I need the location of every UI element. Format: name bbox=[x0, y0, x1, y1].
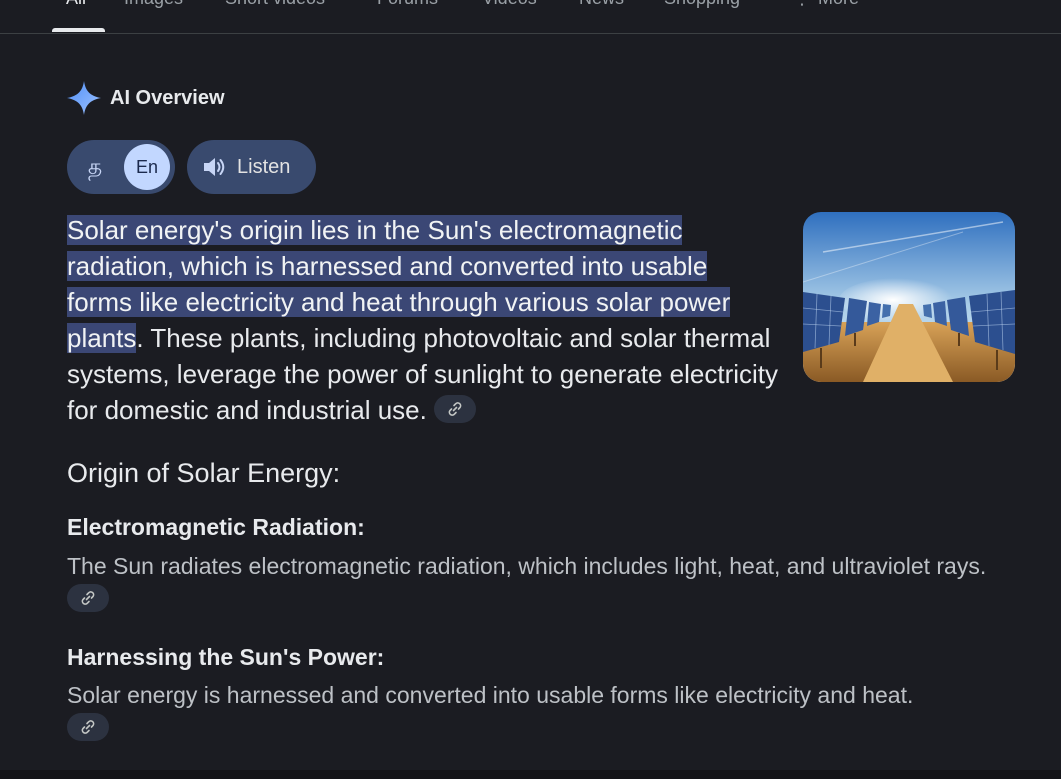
tab-more[interactable]: More bbox=[818, 0, 859, 9]
search-tabs: All Images Short videos Forums Videos Ne… bbox=[0, 0, 1061, 34]
tab-videos[interactable]: Videos bbox=[482, 0, 537, 9]
ai-overview-header: AI Overview bbox=[66, 80, 225, 116]
tab-short-videos[interactable]: Short videos bbox=[225, 0, 325, 9]
link-icon bbox=[448, 402, 462, 417]
link-icon bbox=[81, 591, 95, 605]
lang-option-english[interactable]: En bbox=[124, 144, 170, 190]
listen-label: Listen bbox=[237, 155, 291, 178]
tab-all[interactable]: All bbox=[66, 0, 86, 9]
sub-text-electromagnetic: The Sun radiates electromagnetic radiati… bbox=[67, 550, 1017, 616]
more-vert-icon[interactable]: ⋮ bbox=[793, 0, 811, 9]
source-link-button[interactable] bbox=[67, 583, 109, 612]
sub-heading-electromagnetic: Electromagnetic Radiation: bbox=[67, 514, 365, 540]
source-link-button[interactable] bbox=[434, 395, 477, 424]
sub-text-electromagnetic-body: The Sun radiates electromagnetic radiati… bbox=[67, 553, 987, 579]
listen-button[interactable]: Listen bbox=[187, 140, 316, 194]
active-tab-indicator bbox=[52, 28, 105, 32]
solar-panels-illustration bbox=[803, 212, 1015, 382]
source-link-button[interactable] bbox=[67, 712, 109, 741]
sub-text-harnessing-body: Solar energy is harnessed and converted … bbox=[67, 682, 914, 708]
tab-images[interactable]: Images bbox=[124, 0, 183, 9]
tab-news[interactable]: News bbox=[579, 0, 624, 9]
sub-heading-harnessing: Harnessing the Sun's Power: bbox=[67, 644, 385, 670]
bottom-divider bbox=[0, 770, 1061, 779]
search-results-page: All Images Short videos Forums Videos Ne… bbox=[0, 0, 1061, 779]
link-icon bbox=[81, 720, 95, 734]
speaker-icon bbox=[204, 158, 225, 176]
tab-shopping[interactable]: Shopping bbox=[664, 0, 740, 9]
tab-forums[interactable]: Forums bbox=[377, 0, 438, 9]
language-toggle[interactable]: த En bbox=[67, 140, 175, 194]
section-heading: Origin of Solar Energy: bbox=[67, 458, 341, 488]
ai-summary-paragraph: Solar energy's origin lies in the Sun's … bbox=[67, 212, 779, 428]
sub-text-harnessing: Solar energy is harnessed and converted … bbox=[67, 679, 937, 745]
sparkle-icon bbox=[67, 81, 101, 115]
ai-overview-title: AI Overview bbox=[110, 86, 225, 109]
lang-option-tamil[interactable]: த bbox=[83, 153, 107, 181]
summary-text: . These plants, including photovoltaic a… bbox=[67, 323, 779, 425]
solar-panels-image[interactable] bbox=[803, 212, 1015, 382]
